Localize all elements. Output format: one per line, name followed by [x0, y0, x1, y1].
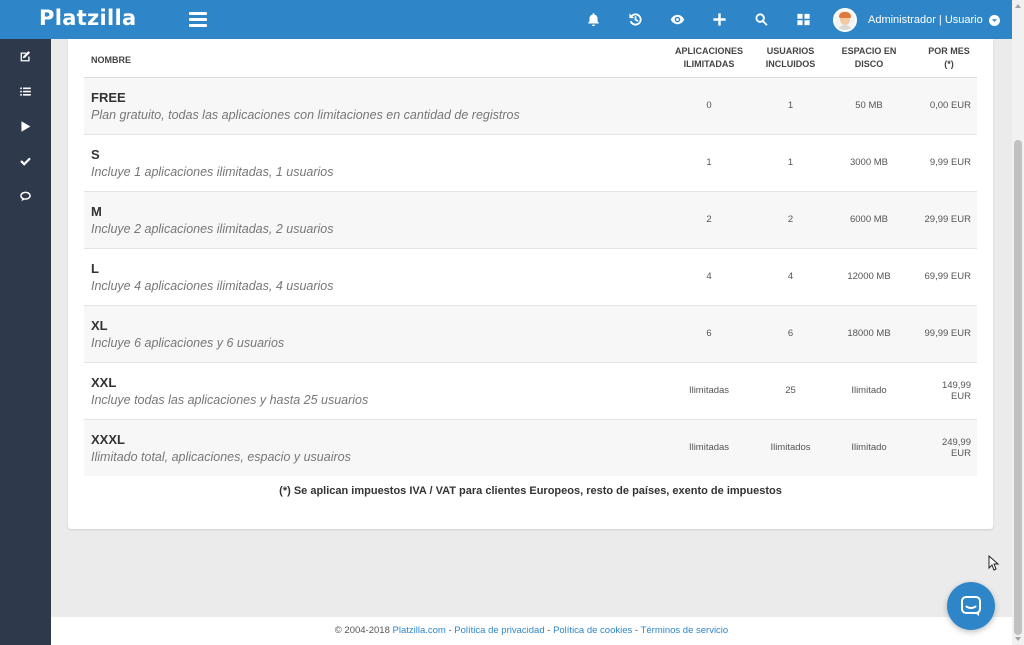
- plan-price: 149,99 EUR: [921, 361, 977, 419]
- plan-disk: 50 MB: [817, 76, 921, 134]
- user-label: Administrador | Usuario: [868, 14, 983, 26]
- mouse-cursor-icon: [988, 555, 1000, 571]
- footer-link-cookies[interactable]: Política de cookies: [553, 625, 632, 636]
- plus-icon[interactable]: [698, 0, 740, 39]
- page-scrollbar[interactable]: [1012, 0, 1024, 645]
- plan-name: M: [91, 203, 102, 219]
- plan-description: Incluye todas las aplicaciones y hasta 2…: [91, 392, 369, 407]
- plan-users: 4: [764, 247, 817, 305]
- column-header-users: USUARIOS INCLUIDOS: [764, 39, 817, 78]
- plan-users: 6: [764, 304, 817, 362]
- table-row: FREE Plan gratuito, todas las aplicacione…: [84, 76, 977, 134]
- plan-apps: Ilimitadas: [654, 361, 764, 419]
- column-header-apps: APLICACIONES ILIMITADAS: [654, 39, 764, 78]
- footer-link-privacy[interactable]: Política de privacidad: [454, 625, 544, 636]
- plans-table: NOMBRE APLICACIONES ILIMITADAS USUARIOS IN…: [84, 39, 977, 476]
- plan-apps: 1: [654, 133, 764, 191]
- chat-icon: [20, 191, 31, 202]
- plan-price: 0,00 EUR: [921, 76, 977, 134]
- sidebar-item-check[interactable]: [0, 144, 51, 179]
- column-header-disk: ESPACIO EN DISCO: [817, 39, 921, 78]
- table-row: M Incluye 2 aplicaciones ilimitadas, 2 us…: [84, 190, 977, 248]
- copyright-text: © 2004-2018: [334, 625, 393, 636]
- app-logo[interactable]: Platzilla: [39, 6, 137, 30]
- sidebar-item-chat[interactable]: [0, 179, 51, 214]
- sidebar-item-list[interactable]: [0, 74, 51, 109]
- table-row: L Incluye 4 aplicaciones ilimitadas, 4 us…: [84, 247, 977, 305]
- table-header-row: NOMBRE APLICACIONES ILIMITADAS USUARIOS IN…: [84, 39, 977, 78]
- eye-icon[interactable]: [656, 0, 698, 39]
- search-icon[interactable]: [740, 0, 782, 39]
- menu-toggle-icon[interactable]: [189, 12, 207, 27]
- plan-description: Incluye 2 aplicaciones ilimitadas, 2 usu…: [91, 221, 334, 236]
- table-row: S Incluye 1 aplicaciones ilimitadas, 1 us…: [84, 133, 977, 191]
- sidebar: [0, 39, 51, 645]
- plan-users: 2: [764, 190, 817, 248]
- top-toolbar: [572, 0, 824, 39]
- plan-name: XL: [91, 317, 108, 333]
- plan-disk: Ilimitado: [817, 361, 921, 419]
- plan-description: Plan gratuito, todas las aplicaciones co…: [91, 107, 520, 122]
- chevron-down-icon: [988, 14, 1000, 26]
- plan-disk: 18000 MB: [817, 304, 921, 362]
- plan-apps: Ilimitadas: [654, 418, 764, 476]
- scroll-thumb[interactable]: [1014, 140, 1022, 635]
- column-header-name: NOMBRE: [84, 39, 654, 78]
- chat-bubble-icon: [961, 596, 981, 616]
- bell-icon[interactable]: [572, 0, 614, 39]
- plan-disk: 12000 MB: [817, 247, 921, 305]
- plan-disk: 3000 MB: [817, 133, 921, 191]
- avatar: [833, 8, 857, 32]
- chat-widget-button[interactable]: [947, 582, 995, 630]
- plan-name: L: [91, 260, 99, 276]
- check-icon: [20, 157, 31, 166]
- plan-description: Ilimitado total, aplicaciones, espacio y…: [91, 449, 351, 464]
- tax-footnote: (*) Se aplican impuestos IVA / VAT para …: [279, 485, 782, 497]
- plan-name: FREE: [91, 89, 126, 105]
- plan-description: Incluye 4 aplicaciones ilimitadas, 4 usu…: [91, 278, 334, 293]
- history-icon[interactable]: [614, 0, 656, 39]
- plan-description: Incluye 6 aplicaciones y 6 usuarios: [91, 335, 285, 350]
- plan-price: 249,99 EUR: [921, 418, 977, 476]
- plan-apps: 0: [654, 76, 764, 134]
- plan-users: 1: [764, 76, 817, 134]
- column-header-price: POR MES (*): [921, 39, 977, 78]
- grid-icon[interactable]: [782, 0, 824, 39]
- scroll-up-icon[interactable]: [1014, 2, 1022, 10]
- sidebar-item-play[interactable]: [0, 109, 51, 144]
- plan-name: XXXL: [91, 431, 125, 447]
- page-footer: © 2004-2018 Platzilla.com - Política de …: [51, 617, 1012, 645]
- plan-apps: 6: [654, 304, 764, 362]
- scroll-down-icon[interactable]: [1014, 635, 1022, 643]
- plan-price: 69,99 EUR: [921, 247, 977, 305]
- table-row: XXXL Ilimitado total, aplicaciones, espac…: [84, 418, 977, 476]
- plan-disk: 6000 MB: [817, 190, 921, 248]
- plan-description: Incluye 1 aplicaciones ilimitadas, 1 usu…: [91, 164, 334, 179]
- plan-price: 99,99 EUR: [921, 304, 977, 362]
- top-bar: Platzilla Administrador | Usuario: [0, 0, 1012, 39]
- plan-name: XXL: [91, 374, 117, 390]
- table-row: XL Incluye 6 aplicaciones y 6 usuarios 6 …: [84, 304, 977, 362]
- plans-card: NOMBRE APLICACIONES ILIMITADAS USUARIOS IN…: [68, 39, 993, 529]
- sidebar-item-edit[interactable]: [0, 39, 51, 74]
- plan-users: 25: [764, 361, 817, 419]
- plan-disk: Ilimitado: [817, 418, 921, 476]
- edit-icon: [20, 51, 31, 62]
- plan-users: Ilimitados: [764, 418, 817, 476]
- user-menu[interactable]: Administrador | Usuario: [833, 8, 1000, 32]
- footer-link-site[interactable]: Platzilla.com: [393, 625, 446, 636]
- plan-apps: 4: [654, 247, 764, 305]
- footer-link-terms[interactable]: Términos de servicio: [641, 625, 729, 636]
- plan-price: 9,99 EUR: [921, 133, 977, 191]
- plan-apps: 2: [654, 190, 764, 248]
- plan-users: 1: [764, 133, 817, 191]
- plan-price: 29,99 EUR: [921, 190, 977, 248]
- plan-name: S: [91, 146, 100, 162]
- table-row: XXL Incluye todas las aplicaciones y hast…: [84, 361, 977, 419]
- play-icon: [21, 121, 31, 132]
- list-icon: [20, 87, 31, 96]
